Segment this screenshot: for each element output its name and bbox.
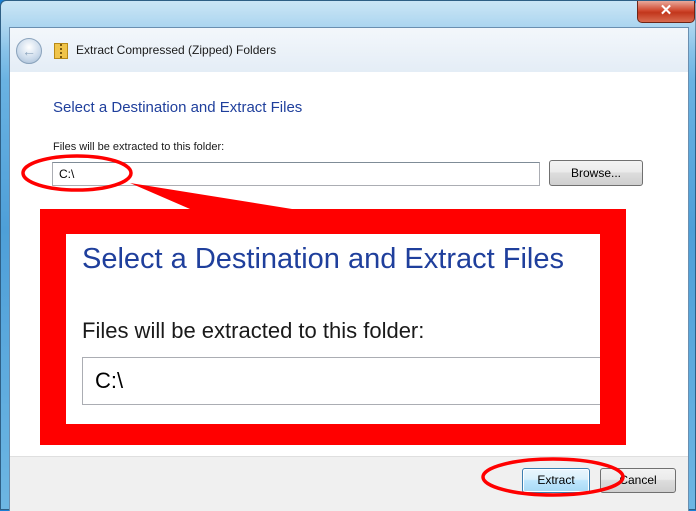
zoom-callout-content: Select a Destination and Extract Files F… — [66, 234, 600, 424]
zoom-callout: Select a Destination and Extract Files F… — [40, 209, 626, 445]
zoom-heading: Select a Destination and Extract Files — [82, 243, 564, 275]
destination-path-input[interactable] — [52, 162, 540, 186]
close-button[interactable]: ✕ — [637, 1, 695, 23]
cancel-button[interactable]: Cancel — [600, 468, 676, 493]
back-arrow-icon: ← — [22, 43, 36, 59]
extract-button[interactable]: Extract — [522, 468, 590, 493]
browse-button[interactable]: Browse... — [549, 160, 643, 186]
page-title: Select a Destination and Extract Files — [53, 99, 303, 116]
back-button[interactable]: ← — [16, 38, 42, 64]
close-icon: ✕ — [659, 2, 673, 19]
zoom-path-field: C:\ — [82, 357, 600, 405]
window-title: Extract Compressed (Zipped) Folders — [76, 43, 277, 57]
zip-folder-icon — [54, 43, 68, 59]
zoom-folder-label: Files will be extracted to this folder: — [82, 318, 425, 343]
folder-label: Files will be extracted to this folder: — [53, 141, 225, 153]
